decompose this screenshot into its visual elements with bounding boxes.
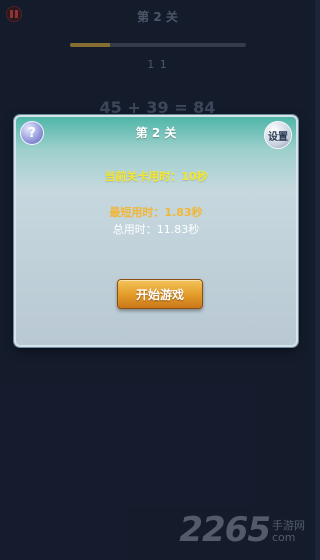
dialog-title: 第 2 关 — [135, 126, 177, 140]
best-time: 最短用时：1.83秒 — [109, 206, 203, 219]
current-level-time: 当前关卡用时：10秒 — [104, 170, 208, 183]
watermark-number: 2265 — [179, 510, 271, 550]
level-start-dialog: ? 第 2 关 设置 当前关卡用时：10秒 最短用时：1.83秒 总用时：11.… — [14, 115, 298, 347]
watermark-text: 手游网 com — [272, 518, 305, 544]
start-game-button[interactable]: 开始游戏 — [117, 279, 203, 309]
total-time: 总用时：11.83秒 — [112, 223, 200, 236]
site-watermark: 2265 手游网 com — [179, 510, 305, 550]
settings-button[interactable]: 设置 — [264, 121, 292, 149]
